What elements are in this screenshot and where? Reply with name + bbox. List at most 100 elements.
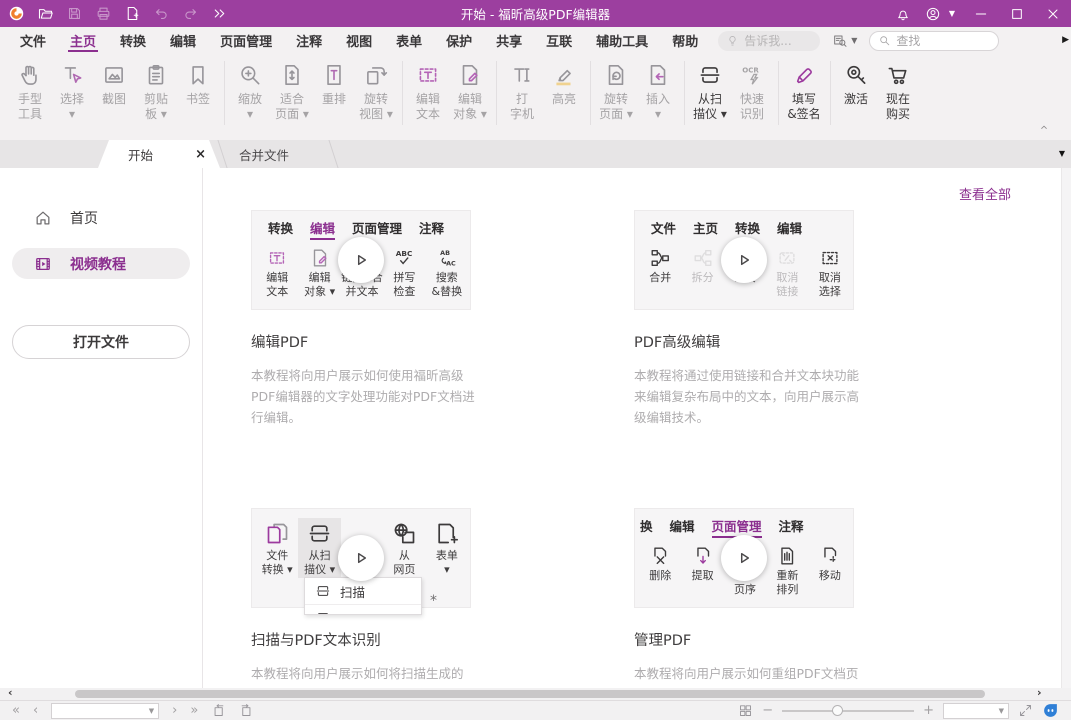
save-icon[interactable]	[66, 5, 83, 22]
account-icon[interactable]	[918, 0, 948, 27]
assistant-icon[interactable]	[1042, 702, 1059, 719]
ribbon-button-reflow[interactable]: 重排	[313, 59, 355, 110]
next-view-button[interactable]	[239, 703, 254, 718]
next-page-button[interactable]: ›	[172, 704, 177, 717]
close-button[interactable]	[1035, 0, 1071, 27]
menu-tab-3[interactable]: 编辑	[158, 27, 208, 54]
maximize-button[interactable]	[999, 0, 1035, 27]
ribbon-button-ocr[interactable]: OCR快速 识别	[731, 59, 773, 125]
ribbon-button-rotate-view[interactable]: 旋转 视图 ▾	[355, 59, 397, 125]
zoom-slider[interactable]	[782, 710, 914, 712]
page-number-combo[interactable]: ▼	[51, 703, 159, 719]
horizontal-scrollbar-thumb[interactable]	[75, 690, 985, 698]
ribbon-button-scanner[interactable]: 从扫 描仪 ▾	[689, 59, 731, 125]
collapse-ribbon-icon[interactable]	[1037, 120, 1051, 134]
fullscreen-icon[interactable]	[1018, 703, 1033, 718]
ribbon-button-edit-text[interactable]: 编辑 文本	[407, 59, 449, 125]
ribbon-button-rotate-page[interactable]: 旋转 页面 ▾	[595, 59, 637, 125]
view-all-link[interactable]: 查看全部	[959, 184, 1011, 203]
print-icon[interactable]	[95, 5, 112, 22]
doc-tab-1[interactable]: 合并文件	[225, 140, 331, 168]
ribbon-button-fit-page[interactable]: 适合 页面 ▾	[271, 59, 313, 125]
find-replace-button[interactable]: ▼	[832, 33, 857, 49]
zoom-combo-caret-icon[interactable]: ▼	[999, 707, 1008, 715]
find-input[interactable]	[896, 34, 990, 48]
menu-tab-2[interactable]: 转换	[108, 27, 158, 54]
sidebar-item-home[interactable]: 首页	[12, 202, 190, 233]
zoom-slider-thumb[interactable]	[832, 705, 843, 716]
play-button[interactable]	[338, 535, 384, 581]
customize-toolbar-icon[interactable]	[211, 5, 228, 22]
sidebar-item-video[interactable]: 视频教程	[12, 248, 190, 279]
page-layout-icon[interactable]	[738, 703, 753, 718]
page-number-input[interactable]	[52, 704, 149, 717]
new-document-icon[interactable]	[124, 5, 141, 22]
doc-tab-0[interactable]: 开始 ×	[98, 140, 220, 168]
tab-close-icon[interactable]: ×	[195, 148, 206, 161]
ribbon-button-insert-page[interactable]: 插入 ▾	[637, 59, 679, 125]
previous-view-button[interactable]	[211, 703, 226, 718]
ribbon-button-highlight[interactable]: 高亮	[543, 59, 585, 110]
play-button[interactable]	[338, 237, 384, 283]
find-box[interactable]	[869, 31, 999, 51]
ribbon-button-typewriter[interactable]: 打 字机	[501, 59, 543, 125]
menu-tab-4[interactable]: 页面管理	[208, 27, 284, 54]
zoom-level-input[interactable]	[944, 704, 999, 717]
menubar-overflow-icon[interactable]: ▶	[1062, 35, 1069, 45]
tell-me-input[interactable]	[744, 34, 812, 48]
menu-tab-7[interactable]: 表单	[384, 27, 434, 54]
menu-tab-11[interactable]: 辅助工具	[584, 27, 660, 54]
zoom-out-button[interactable]: −	[762, 704, 773, 717]
play-button[interactable]	[721, 237, 767, 283]
menu-tab-9[interactable]: 共享	[484, 27, 534, 54]
redo-icon[interactable]	[182, 5, 199, 22]
scroll-left-icon[interactable]: ‹	[8, 687, 13, 699]
foxit-logo-icon[interactable]	[8, 5, 25, 22]
menu-tab-0[interactable]: 文件	[8, 27, 58, 54]
notifications-icon[interactable]	[888, 0, 918, 27]
last-page-button[interactable]: »	[190, 704, 198, 717]
video-thumbnail[interactable]: 文件主页转换编辑合并拆分链接取消 链接取消 选择	[634, 210, 854, 310]
ribbon-button-hand[interactable]: 手型 工具	[9, 59, 51, 125]
ribbon-button-clipboard[interactable]: 剪贴 板 ▾	[135, 59, 177, 125]
menu-tab-8[interactable]: 保护	[434, 27, 484, 54]
play-button[interactable]	[721, 535, 767, 581]
ribbon-button-select-cursor[interactable]: 选择 ▾	[51, 59, 93, 125]
menu-tab-6[interactable]: 视图	[334, 27, 384, 54]
card-title: PDF高级编辑	[634, 331, 868, 352]
doc-tab-label: 开始	[128, 145, 153, 164]
menu-tab-5[interactable]: 注释	[284, 27, 334, 54]
tab-list-icon[interactable]: ▼	[1059, 149, 1065, 158]
thumb-tool-label: 文件 转换 ▾	[262, 549, 293, 576]
video-thumbnail[interactable]: 转换编辑页面管理注释编辑 文本编辑 对象 ▾链接&合 并文本ABC拼写 检查AB…	[251, 210, 471, 310]
scan-menu-item[interactable]	[305, 605, 421, 615]
vertical-scrollbar[interactable]	[1061, 168, 1071, 688]
ribbon-button-zoom-plus[interactable]: 缩放 ▾	[229, 59, 271, 125]
video-thumbnail[interactable]: 文件 转换 ▾从扫 描仪 ▾从 网页表单 ▾扫描*	[251, 508, 471, 608]
minimize-button[interactable]	[963, 0, 999, 27]
open-file-button[interactable]: 打开文件	[12, 325, 190, 359]
ribbon-button-activate-key[interactable]: 激活	[835, 59, 877, 110]
horizontal-scrollbar[interactable]: ‹ ›	[0, 688, 1071, 700]
first-page-button[interactable]: «	[12, 704, 20, 717]
open-file-icon[interactable]	[37, 5, 54, 22]
prev-page-button[interactable]: ‹	[33, 704, 38, 717]
ribbon-button-bookmark[interactable]: 书签	[177, 59, 219, 110]
tell-me-search[interactable]	[718, 31, 820, 51]
undo-icon[interactable]	[153, 5, 170, 22]
account-caret-icon[interactable]: ▼	[949, 9, 955, 18]
scan-menu-item[interactable]: 扫描	[305, 578, 421, 605]
ribbon-button-edit-object[interactable]: 编辑 对象 ▾	[449, 59, 491, 125]
ribbon-button-snapshot[interactable]: 截图	[93, 59, 135, 110]
ribbon-button-fill-sign[interactable]: 填写 &签名	[783, 59, 825, 125]
zoom-in-button[interactable]: +	[923, 704, 934, 717]
menu-tab-12[interactable]: 帮助	[660, 27, 710, 54]
scroll-right-icon[interactable]: ›	[1037, 687, 1042, 699]
zoom-level-combo[interactable]: ▼	[943, 703, 1009, 719]
ribbon-button-cart[interactable]: 现在 购买	[877, 59, 919, 125]
menu-tab-10[interactable]: 互联	[534, 27, 584, 54]
page-combo-caret-icon[interactable]: ▼	[149, 707, 158, 715]
video-thumbnail[interactable]: 换编辑页面管理注释删除提取逆 页序重新 排列移动	[634, 508, 854, 608]
web-page-icon	[391, 520, 418, 547]
menu-tab-1[interactable]: 主页	[58, 27, 108, 54]
